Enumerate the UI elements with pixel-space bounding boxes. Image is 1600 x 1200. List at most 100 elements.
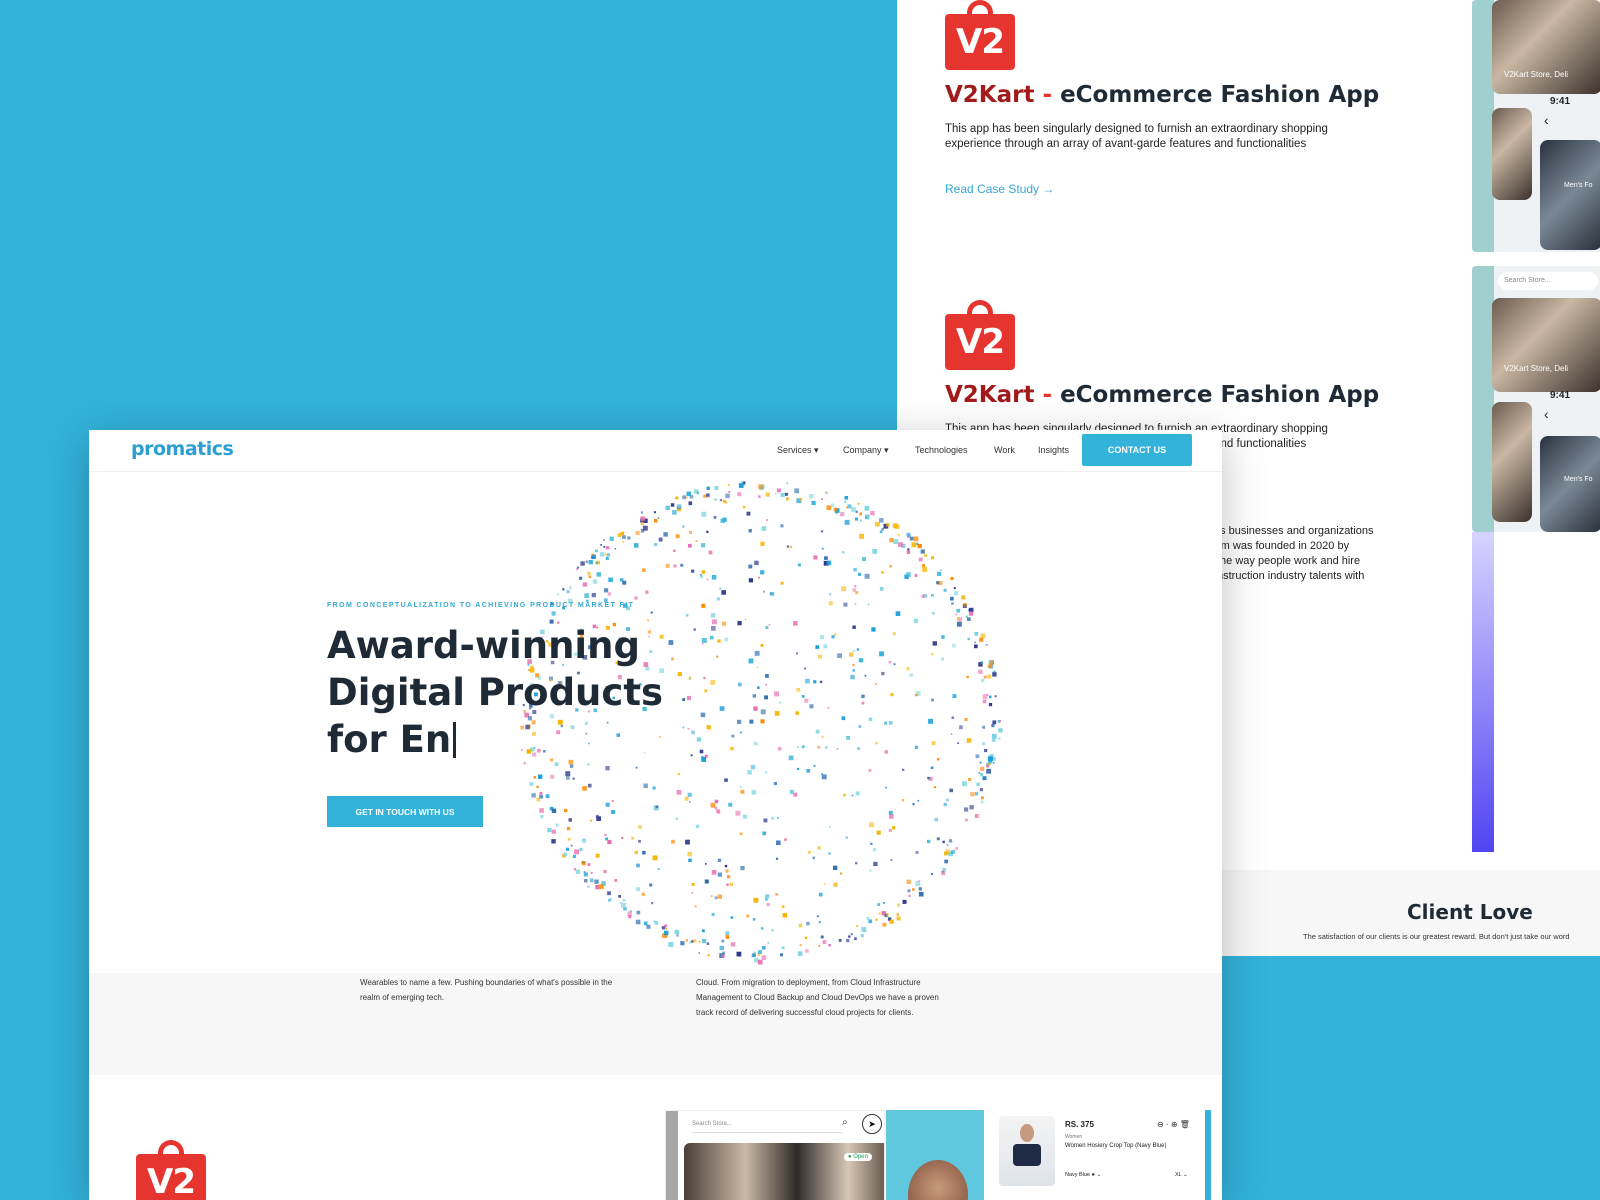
sphere-particle — [797, 951, 803, 956]
sphere-particle — [957, 617, 960, 620]
sphere-particle — [913, 618, 918, 623]
sphere-particle — [946, 844, 949, 846]
sphere-particle — [700, 543, 706, 548]
sphere-particle — [781, 905, 785, 908]
nav-company[interactable]: Company ▾ — [843, 445, 889, 456]
sphere-particle — [688, 501, 693, 505]
sphere-particle — [536, 797, 541, 802]
phone-mockup-1: V2Kart Store, Deli 9:41 ‹ Men's Fo — [1472, 0, 1600, 252]
sphere-particle — [746, 914, 750, 918]
sphere-particle — [992, 720, 997, 725]
sphere-particle — [646, 924, 651, 929]
sphere-particle — [861, 927, 867, 932]
sphere-particle — [756, 666, 759, 669]
sphere-particle — [860, 934, 864, 938]
sphere-particle — [767, 942, 770, 944]
sphere-particle — [762, 831, 767, 836]
sphere-particle — [627, 536, 631, 540]
gradient-bar — [1472, 532, 1494, 852]
sphere-particle — [833, 865, 838, 870]
hero-title: Award-winning Digital Products for En — [327, 624, 664, 761]
sphere-particle — [598, 884, 604, 889]
sphere-particle — [785, 492, 788, 496]
sphere-particle — [862, 557, 866, 561]
v2kart-logo: V2 — [945, 0, 1015, 70]
sphere-particle — [813, 555, 818, 560]
sphere-particle — [551, 611, 556, 616]
sphere-particle — [842, 551, 845, 554]
sphere-particle — [773, 781, 777, 786]
sphere-particle — [952, 694, 957, 698]
nav-insights[interactable]: Insights — [1038, 445, 1069, 455]
sphere-particle — [911, 542, 917, 548]
sphere-particle — [771, 816, 775, 820]
back-chevron-icon: ‹ — [1544, 112, 1549, 128]
sphere-particle — [931, 594, 934, 597]
sphere-particle — [775, 893, 778, 896]
sphere-particle — [566, 826, 571, 831]
sphere-particle — [607, 839, 612, 845]
color-select[interactable]: Navy Blue ● ⌄ — [1065, 1172, 1101, 1178]
sphere-particle — [826, 505, 832, 511]
sphere-particle — [569, 586, 572, 590]
sphere-particle — [694, 905, 697, 908]
sphere-particle — [566, 590, 570, 594]
sphere-particle — [775, 857, 779, 860]
sphere-particle — [950, 576, 954, 580]
sphere-particle — [760, 644, 764, 647]
sphere-particle — [870, 510, 875, 516]
sphere-particle — [918, 891, 924, 897]
sphere-particle — [852, 663, 855, 666]
nav-work[interactable]: Work — [994, 445, 1015, 455]
sphere-particle — [954, 591, 959, 596]
contact-us-button[interactable]: CONTACT US — [1082, 434, 1192, 466]
sphere-particle — [596, 816, 601, 821]
sphere-particle — [682, 495, 686, 500]
sphere-particle — [864, 573, 870, 579]
sphere-particle — [867, 603, 870, 606]
sphere-particle — [725, 935, 730, 939]
sphere-particle — [961, 595, 966, 600]
nav-technologies[interactable]: Technologies — [915, 445, 968, 455]
sphere-particle — [689, 531, 692, 534]
promatics-logo[interactable]: promatics — [131, 438, 234, 460]
sphere-particle — [838, 939, 842, 942]
get-in-touch-button[interactable]: GET IN TOUCH WITH US — [327, 796, 483, 827]
sphere-particle — [991, 724, 995, 728]
sphere-particle — [609, 536, 614, 541]
nav-services[interactable]: Services ▾ — [777, 445, 819, 456]
sphere-particle — [691, 569, 695, 573]
read-case-study-link[interactable]: Read Case Study → — [945, 182, 1379, 196]
sphere-particle — [858, 725, 862, 728]
sphere-particle — [539, 791, 543, 795]
sphere-particle — [725, 931, 730, 936]
sphere-particle — [591, 553, 594, 556]
sphere-particle — [912, 803, 915, 806]
sphere-particle — [966, 675, 969, 679]
search-input[interactable]: Search Store... — [1498, 272, 1598, 290]
service-text-cloud: Cloud. From migration to deployment, fro… — [696, 978, 939, 1017]
sphere-particle — [809, 704, 814, 709]
sphere-particle — [889, 538, 894, 543]
sphere-particle — [680, 563, 684, 567]
sphere-particle — [908, 894, 911, 897]
search-icon[interactable]: ⌕ — [842, 1117, 848, 1128]
sphere-particle — [989, 660, 994, 666]
sphere-particle — [850, 933, 853, 936]
sphere-particle — [675, 534, 680, 539]
sphere-particle — [704, 879, 709, 884]
sphere-particle — [950, 733, 953, 735]
quantity-stepper[interactable]: ⊖ · ⊕ 🗑 — [1157, 1120, 1190, 1129]
top-navbar: promatics Services ▾ Company ▾ Technolog… — [89, 430, 1222, 472]
sphere-particle — [817, 745, 821, 749]
sphere-particle — [574, 849, 579, 855]
search-input[interactable]: Search Store... — [692, 1117, 842, 1133]
sphere-particle — [566, 776, 570, 780]
sphere-particle — [780, 492, 785, 498]
navigate-icon[interactable]: ➤ — [862, 1114, 882, 1134]
sphere-particle — [603, 539, 605, 541]
sphere-particle — [579, 847, 583, 851]
size-select[interactable]: XL ⌄ — [1175, 1172, 1188, 1178]
sphere-particle — [706, 942, 710, 945]
sphere-particle — [826, 560, 832, 566]
